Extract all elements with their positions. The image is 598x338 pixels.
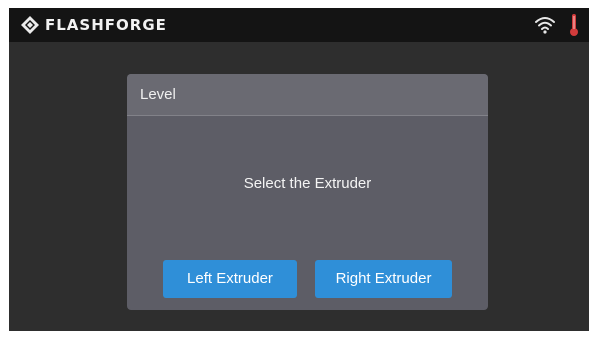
wifi-icon[interactable] <box>534 15 556 35</box>
thermometer-icon[interactable] <box>569 13 579 37</box>
left-extruder-button[interactable]: Left Extruder <box>163 260 297 298</box>
dialog-header: Level <box>127 74 488 116</box>
dialog-title: Level <box>140 86 176 103</box>
right-extruder-button[interactable]: Right Extruder <box>315 260 452 298</box>
level-dialog: Level Select the Extruder Left Extruder … <box>127 74 488 310</box>
brand-name: FLASHFORGE <box>45 16 167 34</box>
flashforge-logo-icon <box>21 16 39 34</box>
dialog-message: Select the Extruder <box>243 175 372 192</box>
printer-screen: FLASHFORGE Level Select the Extruder Lef… <box>9 8 589 331</box>
status-bar: FLASHFORGE <box>9 8 589 42</box>
